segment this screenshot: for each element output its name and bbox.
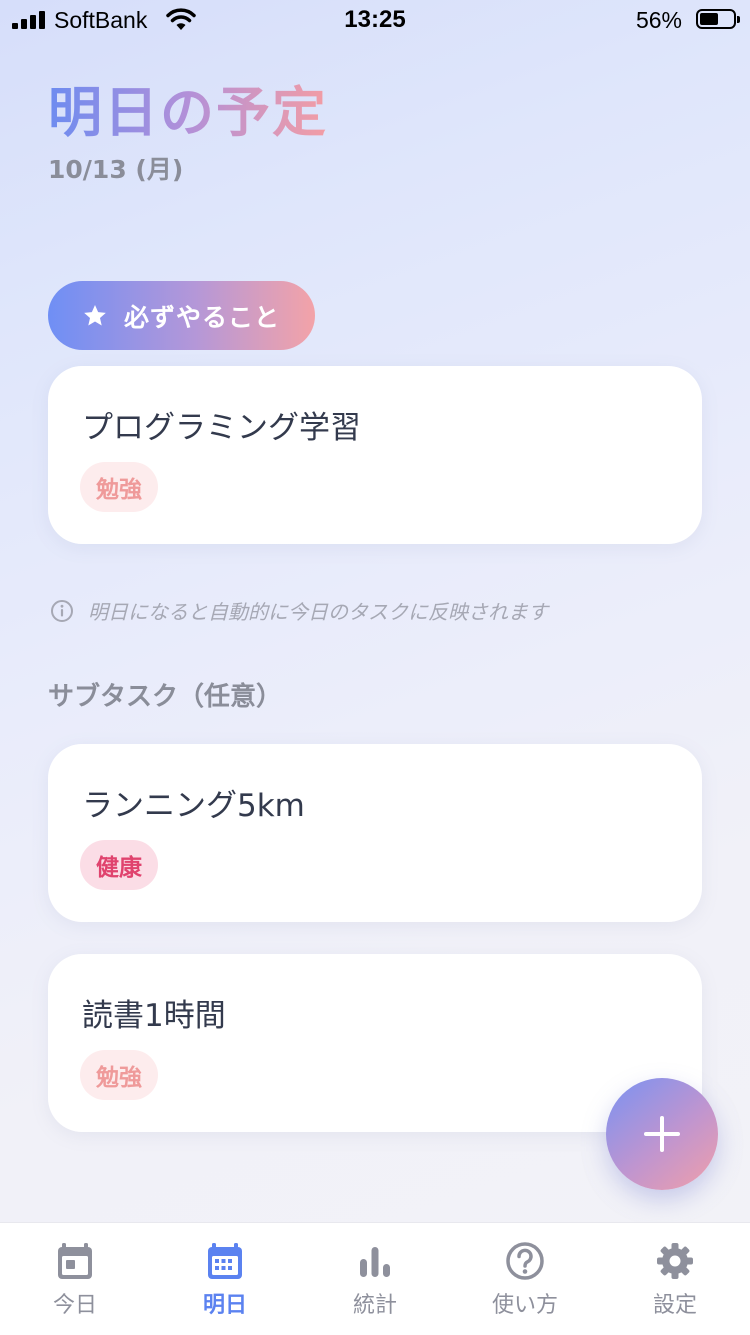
tab-tomorrow[interactable]: 明日	[150, 1223, 300, 1335]
calendar-icon	[208, 1243, 242, 1279]
battery-fill	[700, 13, 718, 25]
tab-label: 今日	[52, 1293, 97, 1318]
tab-settings[interactable]: 設定	[600, 1223, 750, 1335]
must-do-label: 必ずやること	[124, 302, 281, 332]
tab-label: 設定	[652, 1293, 697, 1318]
page-date: 10/13 (月)	[48, 155, 184, 184]
must-do-task-card[interactable]: プログラミング学習 勉強	[48, 366, 702, 544]
tab-help[interactable]: 使い方	[450, 1223, 600, 1335]
status-bar: SoftBank 13:25 56%	[0, 0, 750, 40]
subtask-card[interactable]: 読書1時間 勉強	[48, 954, 702, 1132]
bar-chart-icon	[360, 1247, 390, 1277]
gear-icon	[657, 1243, 693, 1279]
task-tag: 健康	[80, 840, 158, 890]
subtasks-section-label: サブタスク（任意）	[48, 682, 283, 712]
battery-percentage: 56%	[635, 7, 682, 33]
tab-bar: 今日 明日 統計 使い方 設定	[0, 1222, 750, 1335]
tab-label: 統計	[352, 1293, 397, 1318]
tab-label: 使い方	[491, 1293, 558, 1318]
info-note: 明日になると自動的に今日のタスクに反映されます	[50, 596, 548, 625]
task-title: プログラミング学習	[82, 410, 361, 446]
tab-stats[interactable]: 統計	[300, 1223, 450, 1335]
calendar-today-icon	[58, 1243, 92, 1279]
battery-icon	[696, 9, 740, 29]
task-tag: 勉強	[80, 462, 158, 512]
subtask-card[interactable]: ランニング5km 健康	[48, 744, 702, 922]
add-task-button[interactable]	[606, 1078, 718, 1190]
task-title: 読書1時間	[82, 998, 226, 1034]
task-title: ランニング5km	[82, 788, 305, 824]
help-circle-icon	[506, 1242, 544, 1280]
page-title: 明日の予定	[48, 81, 328, 144]
plus-icon	[644, 1116, 680, 1152]
task-tag: 勉強	[80, 1050, 158, 1100]
info-icon	[51, 599, 73, 622]
info-note-text: 明日になると自動的に今日のタスクに反映されます	[88, 600, 548, 624]
tab-label: 明日	[202, 1293, 247, 1318]
must-do-badge: 必ずやること	[48, 281, 315, 350]
star-icon	[84, 304, 106, 326]
tab-today[interactable]: 今日	[0, 1223, 150, 1335]
